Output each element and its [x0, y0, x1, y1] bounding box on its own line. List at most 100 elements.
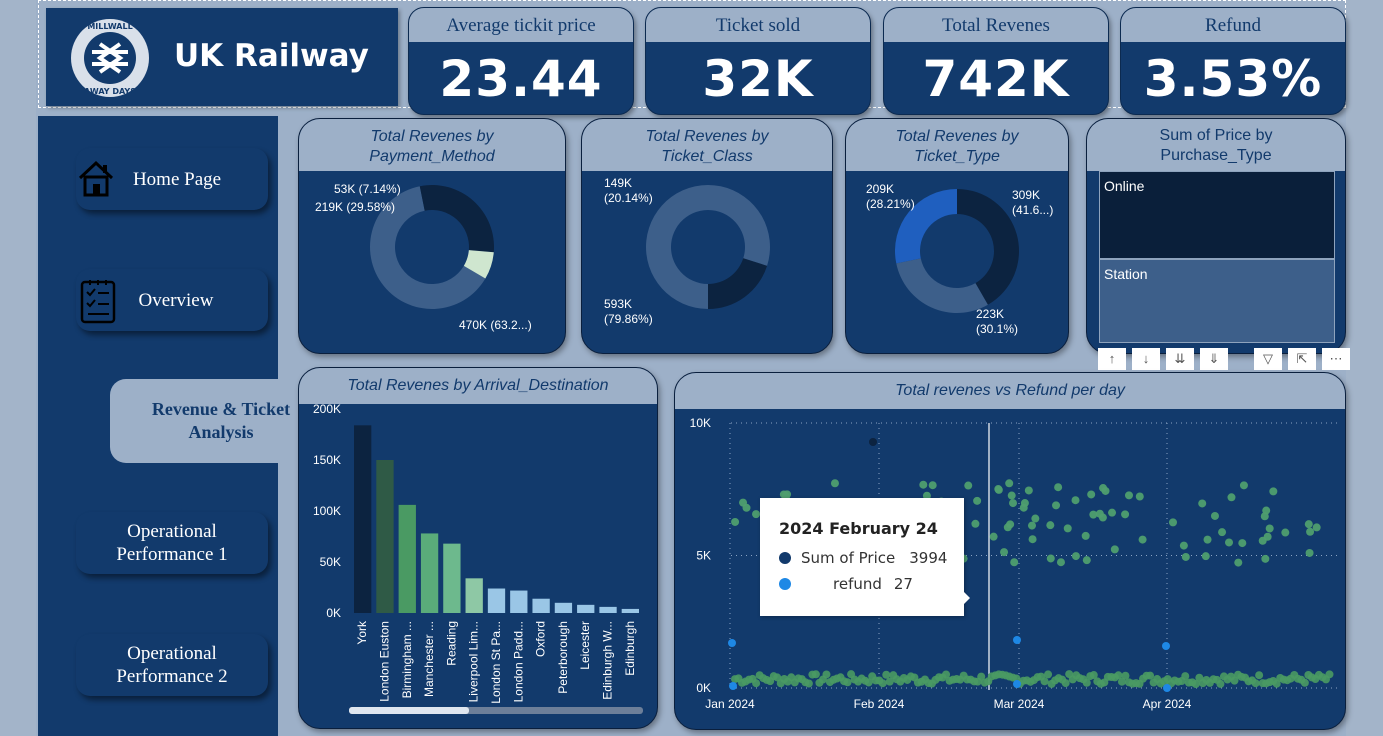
- nav-operational-performance-1-button[interactable]: Operational Performance 1: [76, 512, 268, 574]
- bar[interactable]: [398, 504, 416, 613]
- scatter-point[interactable]: [1010, 558, 1019, 567]
- scatter-point[interactable]: [1061, 679, 1070, 688]
- scatter-point[interactable]: [1251, 679, 1260, 688]
- bar[interactable]: [510, 590, 528, 613]
- kpi-average-ticket-price[interactable]: Average tickit price 23.44: [408, 7, 634, 115]
- scatter-point[interactable]: [1300, 678, 1309, 687]
- scatter-point[interactable]: [1046, 554, 1055, 563]
- scatter-point[interactable]: [1040, 677, 1049, 686]
- bar[interactable]: [621, 608, 639, 613]
- scatter-point[interactable]: [1305, 548, 1314, 557]
- kpi-refund[interactable]: Refund 3.53%: [1120, 7, 1346, 115]
- scatter-point[interactable]: [1261, 554, 1270, 563]
- refund-point[interactable]: [1163, 684, 1171, 692]
- scatter-point[interactable]: [1306, 527, 1315, 536]
- scatter-point[interactable]: [1005, 479, 1014, 488]
- nav-overview-button[interactable]: Overview: [76, 269, 268, 331]
- scatter-point[interactable]: [989, 532, 998, 541]
- scatter-point[interactable]: [1216, 679, 1225, 688]
- bar[interactable]: [376, 460, 394, 613]
- bar[interactable]: [599, 606, 617, 613]
- scatter-point[interactable]: [1201, 552, 1210, 561]
- scatter-point[interactable]: [1138, 535, 1147, 544]
- bar[interactable]: [554, 602, 573, 613]
- scatter-point[interactable]: [1054, 483, 1063, 492]
- scrollbar-thumb[interactable]: [349, 707, 469, 714]
- scatter-point[interactable]: [1087, 490, 1096, 499]
- bar[interactable]: [420, 533, 439, 613]
- scatter-point[interactable]: [1019, 503, 1028, 512]
- scatter-point[interactable]: [973, 496, 982, 505]
- kpi-ticket-sold[interactable]: Ticket sold 32K: [645, 7, 871, 115]
- scatter-point[interactable]: [994, 485, 1003, 494]
- scatter-point[interactable]: [1071, 496, 1080, 505]
- more-options-icon[interactable]: ⋯: [1322, 348, 1350, 370]
- refund-point[interactable]: [728, 639, 736, 647]
- drill-down-icon[interactable]: ↓: [1132, 348, 1160, 370]
- donut-slice[interactable]: [708, 258, 768, 309]
- scatter-point[interactable]: [1325, 670, 1334, 679]
- scatter-point[interactable]: [1000, 548, 1009, 557]
- scatter-point[interactable]: [878, 679, 887, 688]
- bar[interactable]: [577, 604, 595, 613]
- scatter-point[interactable]: [1081, 531, 1090, 540]
- expand-all-icon[interactable]: ⇊: [1166, 348, 1194, 370]
- scatter-point[interactable]: [1108, 508, 1117, 517]
- scatter-point[interactable]: [1124, 491, 1133, 500]
- purchase-type-slicer[interactable]: Sum of Price by Purchase_Type Online Sta…: [1086, 118, 1346, 354]
- scatter-point[interactable]: [1028, 535, 1037, 544]
- scatter-point[interactable]: [1110, 545, 1119, 554]
- scatter-point[interactable]: [1052, 501, 1061, 510]
- scatter-point[interactable]: [869, 438, 877, 446]
- scatter-point[interactable]: [1007, 491, 1016, 500]
- scatter-point[interactable]: [1082, 556, 1091, 565]
- scatter-point[interactable]: [1198, 499, 1207, 508]
- scatter-point[interactable]: [1225, 538, 1234, 547]
- scatter-point[interactable]: [1304, 520, 1313, 529]
- scatter-point[interactable]: [1265, 524, 1274, 533]
- drill-up-icon[interactable]: ↑: [1098, 348, 1126, 370]
- scatter-point[interactable]: [1098, 513, 1107, 522]
- scatter-point[interactable]: [811, 670, 820, 679]
- scatter-point[interactable]: [1063, 524, 1072, 533]
- scatter-point[interactable]: [882, 670, 891, 679]
- scatter-point[interactable]: [1135, 492, 1144, 501]
- scatter-point[interactable]: [1046, 521, 1055, 530]
- refund-point[interactable]: [1013, 636, 1021, 644]
- scatter-point[interactable]: [739, 498, 748, 507]
- slicer-item-station[interactable]: Station: [1099, 259, 1335, 343]
- scatter-point[interactable]: [1146, 671, 1155, 680]
- donut-card-payment-method[interactable]: Total Revenes by Payment_Method 53K (7.1…: [298, 118, 566, 354]
- scatter-point[interactable]: [1056, 558, 1065, 567]
- expand-level-icon[interactable]: ⇓: [1200, 348, 1228, 370]
- scatter-point[interactable]: [843, 678, 852, 687]
- bar[interactable]: [354, 425, 372, 613]
- scatter-point[interactable]: [964, 481, 973, 490]
- bar[interactable]: [532, 598, 550, 613]
- nav-revenue-ticket-analysis-button[interactable]: Revenue & Ticket Analysis: [110, 379, 302, 463]
- refund-point[interactable]: [1162, 642, 1170, 650]
- bar-chart-arrival-destination[interactable]: Total Revenes by Arrival_Destination 0K 5…: [298, 367, 658, 729]
- nav-operational-performance-2-button[interactable]: Operational Performance 2: [76, 634, 268, 696]
- scatter-point[interactable]: [1181, 552, 1190, 561]
- refund-point[interactable]: [1013, 680, 1021, 688]
- donut-slice[interactable]: [419, 185, 494, 253]
- scatter-point[interactable]: [1218, 528, 1227, 537]
- donut-slice[interactable]: [896, 258, 988, 313]
- scatter-point[interactable]: [1238, 539, 1247, 548]
- scatter-point[interactable]: [1044, 670, 1053, 679]
- scatter-point[interactable]: [971, 519, 980, 528]
- scatter-point[interactable]: [1179, 541, 1188, 550]
- scatter-point[interactable]: [752, 679, 761, 688]
- bar[interactable]: [465, 578, 483, 613]
- scatter-point[interactable]: [1099, 484, 1108, 493]
- focus-mode-icon[interactable]: ⇱: [1288, 348, 1316, 370]
- scatter-point[interactable]: [1024, 486, 1033, 495]
- donut-card-ticket-class[interactable]: Total Revenes by Ticket_Class 149K (20.1…: [581, 118, 833, 354]
- scatter-point[interactable]: [1168, 518, 1177, 527]
- bar[interactable]: [443, 543, 461, 613]
- scatter-point[interactable]: [752, 510, 761, 519]
- scatter-point[interactable]: [1255, 671, 1264, 680]
- scatter-point[interactable]: [1263, 532, 1272, 541]
- scatter-point[interactable]: [1071, 552, 1080, 561]
